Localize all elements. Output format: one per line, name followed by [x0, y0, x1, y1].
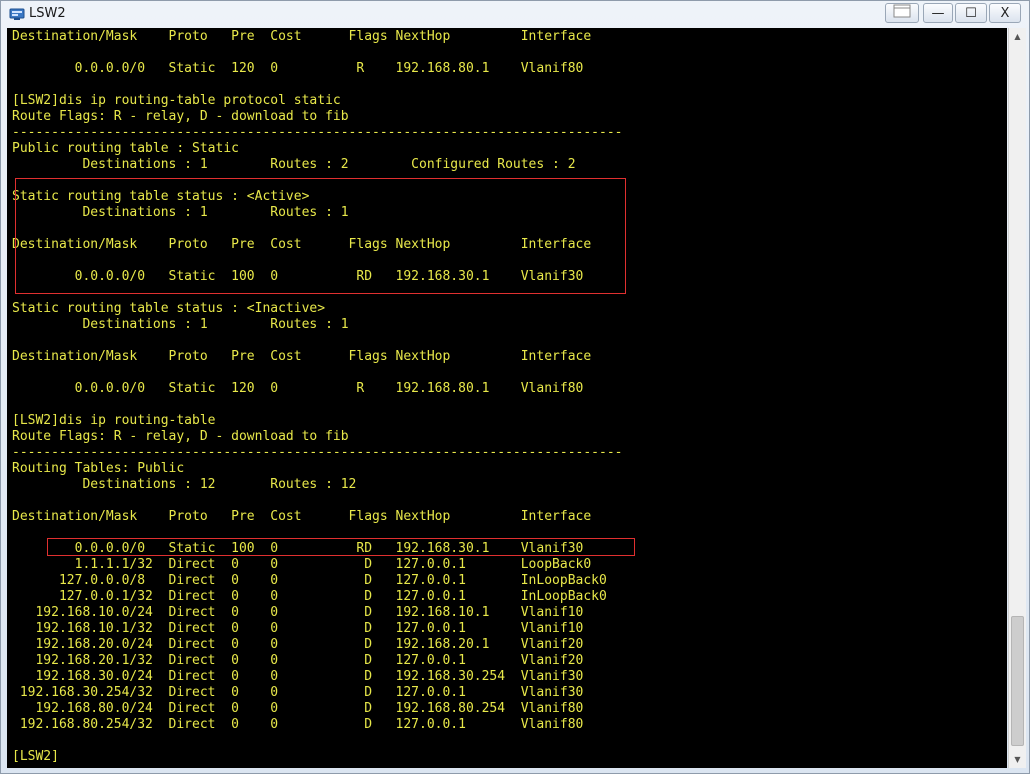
- terminal-line: Destinations : 12 Routes : 12: [12, 477, 357, 492]
- terminal-line: Destinations : 1 Routes : 1: [12, 317, 349, 332]
- terminal-line: 1.1.1.1/32 Direct 0 0 D 127.0.0.1 LoopBa…: [12, 557, 592, 572]
- terminal-line: Route Flags: R - relay, D - download to …: [12, 429, 349, 444]
- close-button[interactable]: X: [989, 3, 1021, 23]
- active-route-highlight: [15, 178, 626, 294]
- terminal-line: [LSW2]dis ip routing-table: [12, 413, 216, 428]
- terminal-line: ----------------------------------------…: [12, 125, 623, 140]
- terminal-line: Destination/Mask Proto Pre Cost Flags Ne…: [12, 509, 592, 524]
- restore-icon: [893, 4, 911, 22]
- maximize-button[interactable]: ☐: [955, 3, 987, 23]
- switch-app-icon: [9, 6, 25, 22]
- terminal-line: Destinations : 1 Routes : 2 Configured R…: [12, 157, 576, 172]
- terminal-window: LSW2 — ☐ X Destination/Mask Proto Pre Co…: [0, 0, 1030, 774]
- vertical-scrollbar[interactable]: ▲ ▼: [1008, 28, 1026, 768]
- terminal-line: 192.168.80.0/24 Direct 0 0 D 192.168.80.…: [12, 701, 584, 716]
- default-route-highlight: [47, 538, 635, 556]
- terminal-line: 192.168.10.0/24 Direct 0 0 D 192.168.10.…: [12, 605, 584, 620]
- restore-button[interactable]: [885, 3, 919, 23]
- terminal-line: 192.168.20.1/32 Direct 0 0 D 127.0.0.1 V…: [12, 653, 584, 668]
- scroll-up-arrow-icon[interactable]: ▲: [1009, 28, 1026, 45]
- terminal-line: 127.0.0.0/8 Direct 0 0 D 127.0.0.1 InLoo…: [12, 573, 607, 588]
- terminal-line: [LSW2]dis ip routing-table protocol stat…: [12, 93, 341, 108]
- minimize-button[interactable]: —: [923, 3, 953, 23]
- terminal-line: Route Flags: R - relay, D - download to …: [12, 109, 349, 124]
- terminal-line: Destination/Mask Proto Pre Cost Flags Ne…: [12, 29, 592, 44]
- terminal-line: Static routing table status : <Inactive>: [12, 301, 326, 316]
- terminal-line: 192.168.30.0/24 Direct 0 0 D 192.168.30.…: [12, 669, 584, 684]
- terminal-line: [LSW2]: [12, 749, 59, 764]
- terminal-line: Routing Tables: Public: [12, 461, 185, 476]
- terminal-line: Public routing table : Static: [12, 141, 239, 156]
- scrollbar-thumb[interactable]: [1011, 616, 1024, 746]
- scroll-down-arrow-icon[interactable]: ▼: [1009, 751, 1026, 768]
- terminal-line: Destination/Mask Proto Pre Cost Flags Ne…: [12, 349, 592, 364]
- title-bar[interactable]: LSW2 — ☐ X: [1, 1, 1029, 27]
- terminal-line: 192.168.80.254/32 Direct 0 0 D 127.0.0.1…: [12, 717, 584, 732]
- terminal-line: 0.0.0.0/0 Static 120 0 R 192.168.80.1 Vl…: [12, 381, 584, 396]
- terminal-output[interactable]: Destination/Mask Proto Pre Cost Flags Ne…: [7, 28, 1007, 768]
- terminal-line: 127.0.0.1/32 Direct 0 0 D 127.0.0.1 InLo…: [12, 589, 607, 604]
- terminal-line: 192.168.10.1/32 Direct 0 0 D 127.0.0.1 V…: [12, 621, 584, 636]
- terminal-line: 192.168.20.0/24 Direct 0 0 D 192.168.20.…: [12, 637, 584, 652]
- terminal-line: 0.0.0.0/0 Static 120 0 R 192.168.80.1 Vl…: [12, 61, 584, 76]
- terminal-line: 192.168.30.254/32 Direct 0 0 D 127.0.0.1…: [12, 685, 584, 700]
- terminal-line: ----------------------------------------…: [12, 445, 623, 460]
- window-title: LSW2: [29, 6, 66, 21]
